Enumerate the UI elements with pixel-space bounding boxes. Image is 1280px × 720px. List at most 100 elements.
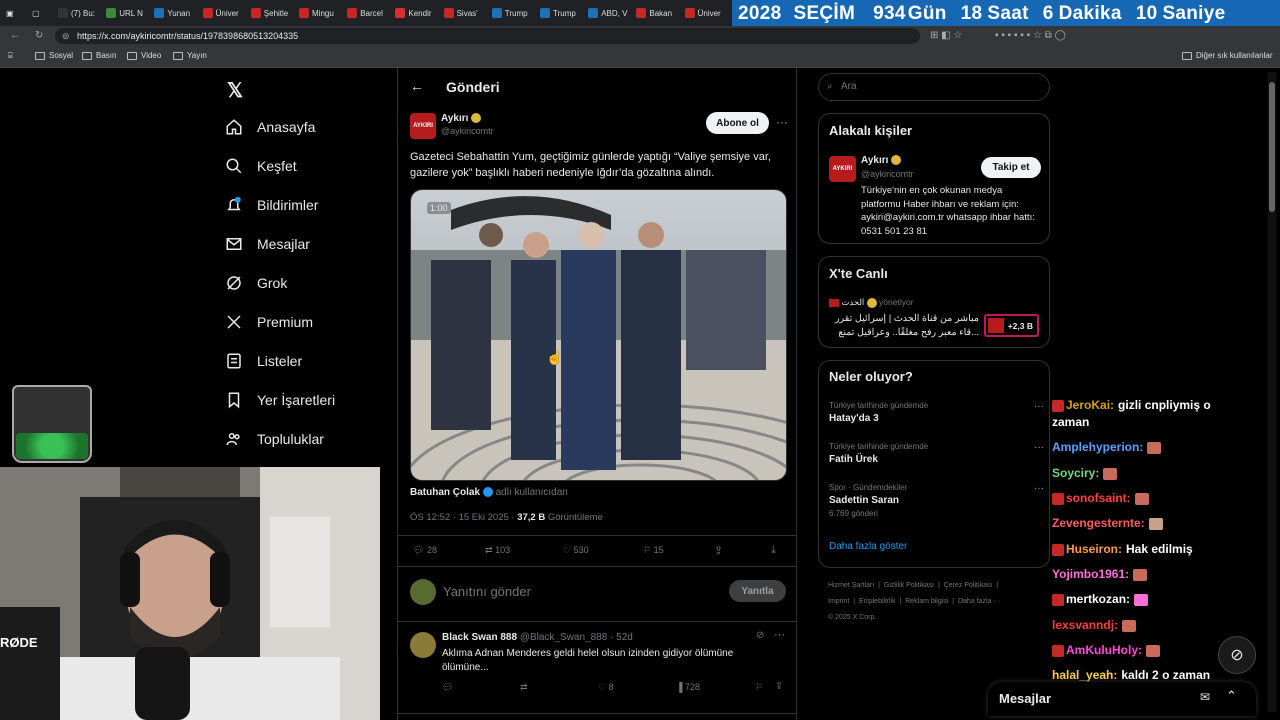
reply-author[interactable]: Black Swan 888 [442,632,517,643]
chat-username[interactable]: AmKuluHoly: [1066,643,1142,657]
footer-link[interactable]: Erişilebilirlik [859,598,896,605]
footer-link[interactable]: Hizmet Şartları [828,582,874,589]
trend-item[interactable]: Türkiye tarihinde gündemde Fatih Ürek ··… [829,442,1044,465]
chat-username[interactable]: Zevengesternte: [1052,516,1145,530]
related-avatar[interactable]: AYKIRI [829,156,856,182]
new-message-icon[interactable]: ✉ [1200,690,1210,704]
chat-username[interactable]: Yojimbo1961: [1052,567,1129,581]
reply-icon[interactable]: 💬︎ [442,682,453,693]
views-action[interactable]: ▐ 728 [676,682,700,692]
nav-lists[interactable]: Listeler [225,352,302,370]
bookmark-folder[interactable]: Yayın [173,51,207,60]
chat-username[interactable]: lexsvanndj: [1052,618,1118,632]
my-avatar[interactable] [410,579,436,605]
repost-icon[interactable]: ⇄ [520,682,528,693]
chat-username[interactable]: Amplehyperion: [1052,440,1143,454]
search-input[interactable]: ⌕ Ara [818,73,1050,101]
nav-explore[interactable]: Keşfet [225,157,297,175]
follow-button[interactable]: Takip et [981,157,1041,178]
show-more-link[interactable]: Daha fazla göster [829,541,907,552]
reply-post[interactable]: Black Swan 888 @Black_Swan_888 · 52d ⊘ ·… [398,622,796,708]
live-host[interactable]: الحدث yönetiyor [829,297,914,308]
browser-tab[interactable]: Üniver [684,4,731,22]
messages-drawer[interactable]: Mesajlar ✉ ⌃ [988,682,1256,716]
video-credit[interactable]: Batuhan Çolak adlı kullanıcıdan [410,487,568,498]
share-icon[interactable]: ⇪ [714,544,723,557]
toolbar-icons[interactable]: ▪ ▪ ▪ ▪ ▪ ▪ ☆ ⧉ ◯ [995,30,1066,41]
nav-grok[interactable]: Grok [225,274,287,292]
bookmark-icon[interactable]: ⚐ [755,682,763,693]
nav-communities[interactable]: Topluluklar [225,430,324,448]
bookmark-folder[interactable]: Video [127,51,161,60]
nav-home[interactable]: Anasayfa [225,118,315,136]
browser-tab[interactable]: Kendir [395,4,441,22]
reply-avatar[interactable] [410,632,436,658]
chat-username[interactable]: JeroKai: [1066,398,1114,412]
reply-button[interactable]: Yanıtla [729,580,786,602]
back-icon[interactable]: ← [10,30,20,41]
trend-item[interactable]: Türkiye tarihinde gündemde Hatay'da 3 ··… [829,401,1044,424]
trend-item[interactable]: Spor · Gündemdekiler Sadettin Saran 6.76… [829,483,1044,518]
author-handle[interactable]: @aykiricomtr [441,126,494,136]
author-name[interactable]: Aykırı [441,113,482,124]
expand-icon[interactable]: ⌃ [1226,688,1237,704]
bookmark-folder[interactable]: Basın [82,51,116,60]
other-bookmarks[interactable]: Diğer sık kullanılanlar [1182,51,1272,60]
chat-username[interactable]: sonofsaint: [1066,491,1131,505]
like-action[interactable]: ♡ 530 [563,545,589,556]
reply-action[interactable]: 💬︎ 28 [413,545,437,556]
browser-tab[interactable]: Mingu [299,4,345,22]
repost-action[interactable]: ⇄ 103 [485,545,510,556]
post-video[interactable]: 1:00 [410,189,787,481]
page-scrollbar[interactable] [1268,72,1276,712]
nav-premium[interactable]: Premium [225,313,313,331]
nav-messages[interactable]: Mesajlar [225,235,310,253]
bookmark-folder[interactable]: Sosyal [35,51,73,60]
back-arrow-icon[interactable]: ← [410,78,424,94]
footer-link[interactable]: Çerez Politikası [944,582,993,589]
subscribe-button[interactable]: Abone ol [706,112,769,134]
browser-tab[interactable]: Şehitle [250,4,297,22]
tab-actions-icon[interactable]: ▢ [32,4,52,22]
like-action[interactable]: ♡ 8 [598,682,614,693]
browser-tab[interactable]: (7) Bu: [58,4,104,22]
grok-icon[interactable]: ⊘ [756,630,764,641]
footer-link[interactable]: Imprint [828,598,849,605]
download-icon[interactable]: ⤓ [771,544,776,557]
scrollbar-thumb[interactable] [1269,82,1275,212]
chat-username[interactable]: halal_yeah: [1052,668,1117,682]
footer-link[interactable]: Gizlilik Politikası [884,582,934,589]
chat-username[interactable]: Soyciry: [1052,466,1099,480]
share-icon[interactable]: ⇪ [775,681,783,692]
bookmark-toggle-icon[interactable]: ⌸ [8,51,13,61]
related-name[interactable]: Aykırı [861,155,902,166]
nav-notifications[interactable]: Bildirimler [225,196,318,214]
footer-link[interactable]: Daha fazla ··· [958,598,1000,605]
live-text-1[interactable]: مباشر من قناة الحدث | إسرائيل تقرر [829,313,979,324]
browser-tab[interactable]: URL N [106,4,152,22]
grok-fab-icon[interactable]: ⊘ [1218,636,1256,674]
more-options-icon[interactable]: ··· [776,115,788,129]
browser-tab[interactable]: ABD, V [588,4,634,22]
footer-link[interactable]: Reklam bilgisi [905,598,948,605]
chat-username[interactable]: Huseiron: [1066,542,1122,556]
browser-tab[interactable]: Bakan [636,4,682,22]
more-options-icon[interactable]: ··· [1034,442,1044,453]
url-input[interactable]: ⊜ https://x.com/aykiricomtr/status/19783… [55,28,920,44]
browser-tab[interactable]: Yunan [154,4,200,22]
site-info-icon[interactable]: ⊜ [62,28,70,44]
more-options-icon[interactable]: ··· [1034,483,1044,494]
browser-tab[interactable]: Üniver [202,4,249,22]
live-listeners[interactable]: +2,3 B [984,314,1039,337]
browser-tab[interactable]: Trump [491,4,538,22]
browser-tab[interactable]: Sivas' [443,4,490,22]
reply-input[interactable]: Yanıtını gönder [443,584,531,599]
extensions-icon[interactable]: ⊞ ◧ ☆ [930,30,962,41]
nav-bookmarks[interactable]: Yer İşaretleri [225,391,335,409]
live-text-2[interactable]: ...قاء معبر رفح مغلقًا.. وعراقيل تمنع [829,327,979,338]
bookmark-action[interactable]: ⚐ 15 [643,545,664,556]
more-options-icon[interactable]: ··· [1034,401,1044,412]
author-avatar[interactable]: AYKIRI [410,113,436,139]
workspaces-icon[interactable]: ▣ [6,4,28,22]
x-logo-icon[interactable]: 𝕏 [227,78,243,103]
